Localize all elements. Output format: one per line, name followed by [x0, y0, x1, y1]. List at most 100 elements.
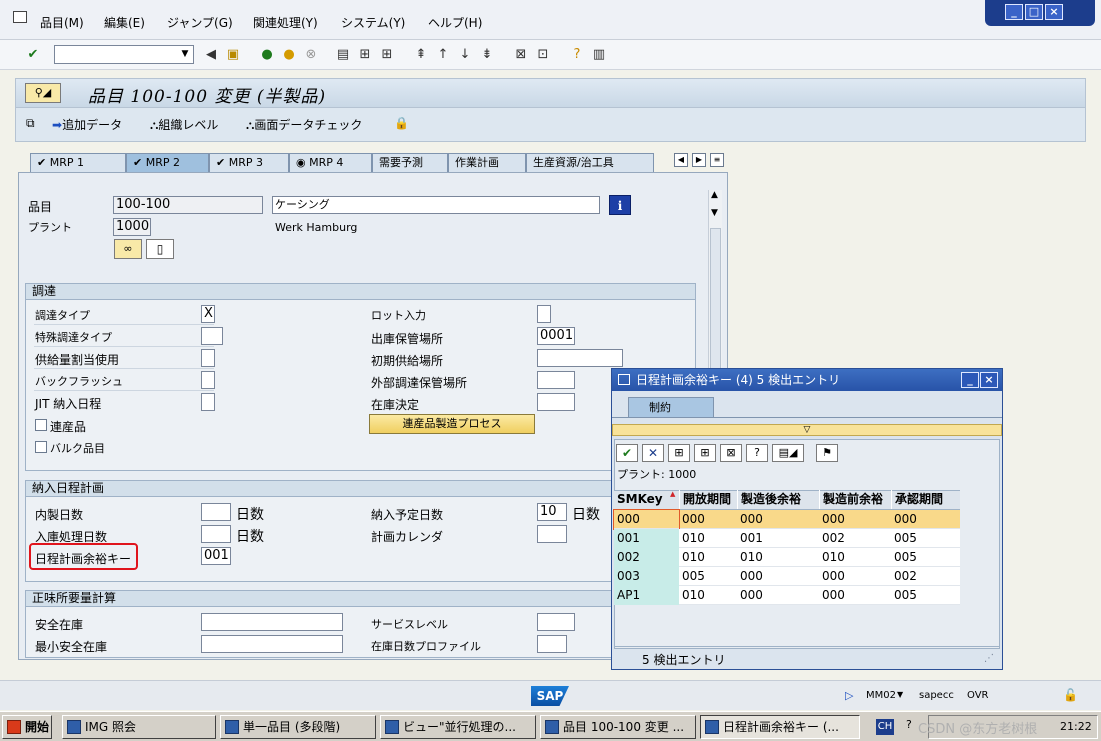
table-cell[interactable]: 001 [737, 529, 819, 548]
back-icon[interactable]: ● [258, 46, 276, 64]
min-safety-field[interactable] [201, 635, 343, 653]
popup-find-next-icon[interactable]: ⊞ [694, 444, 716, 462]
cancel-icon[interactable]: ⊗ [302, 46, 320, 64]
popup-window-icon[interactable] [618, 374, 630, 385]
tab-mrp3[interactable]: ✔ MRP 3 [209, 153, 289, 172]
help-tray-icon[interactable]: ? [906, 718, 912, 731]
popup-minimize-button[interactable]: _ [961, 372, 979, 388]
start-button[interactable]: 開始 [2, 715, 52, 739]
stock-det-field[interactable] [537, 393, 575, 411]
coverage-profile-field[interactable] [537, 635, 567, 653]
task-img[interactable]: IMG 照会 [62, 715, 216, 739]
task-sm-key[interactable]: 日程計画余裕キー (... [700, 715, 860, 739]
task-view-parallel[interactable]: ビュー"並行処理の... [380, 715, 536, 739]
info-icon[interactable]: i [609, 195, 631, 215]
tab-mrp1[interactable]: ✔ MRP 1 [30, 153, 126, 172]
find-next-icon[interactable]: ⊞ [378, 46, 396, 64]
tab-scroll-left-icon[interactable]: ◀ [674, 153, 688, 167]
table-cell[interactable]: 000 [737, 510, 819, 529]
layout-icon[interactable]: ▥ [590, 46, 608, 64]
menu-help[interactable]: ヘルプ(H) [428, 14, 482, 31]
language-indicator[interactable]: CH [876, 719, 894, 735]
material-description-field[interactable]: ケーシング [272, 196, 600, 214]
save-icon[interactable]: ▣ [224, 46, 242, 64]
system-info-dropdown-icon[interactable]: ▼ [897, 690, 903, 699]
last-page-icon[interactable]: ⇟ [478, 46, 496, 64]
other-material-icon[interactable]: ⧉ [26, 116, 35, 131]
table-cell[interactable]: 000 [737, 586, 819, 605]
restrictions-toggle[interactable]: ▽ [612, 424, 1002, 436]
table-cell[interactable]: 000 [819, 510, 891, 529]
inhouse-field[interactable] [201, 503, 231, 521]
table-cell[interactable]: 000 [737, 567, 819, 586]
menu-edit[interactable]: 編集(E) [104, 14, 145, 31]
plant-field[interactable]: 1000 [113, 218, 151, 236]
table-cell[interactable]: 000 [819, 586, 891, 605]
popup-find-icon[interactable]: ⊞ [668, 444, 690, 462]
tab-routing[interactable]: 作業計画 [448, 153, 526, 172]
coproduct-process-button[interactable]: 連産品製造プロセス [369, 414, 535, 434]
col-float-before[interactable]: 製造前余裕 [819, 490, 891, 509]
print-icon[interactable]: ▤ [334, 46, 352, 64]
popup-tab-restrictions[interactable]: 制約 [628, 397, 714, 417]
service-level-field[interactable] [537, 613, 575, 631]
col-release-period[interactable]: 承認期間 [891, 490, 960, 509]
default-supply-field[interactable] [537, 349, 623, 367]
table-cell[interactable]: 010 [679, 586, 737, 605]
table-cell[interactable]: 005 [891, 586, 960, 605]
resize-grip-icon[interactable]: ⋰ [984, 653, 994, 664]
special-proc-field[interactable] [201, 327, 223, 345]
bulk-checkbox[interactable] [35, 441, 47, 453]
quota-field[interactable] [201, 349, 215, 367]
tab-forecast[interactable]: 需要予測 [372, 153, 448, 172]
lock-icon[interactable]: 🔒 [394, 116, 409, 130]
backflush-field[interactable] [201, 371, 215, 389]
safety-stock-field[interactable] [201, 613, 343, 631]
proc-type-field[interactable]: X [201, 305, 215, 323]
back-arrow-icon[interactable]: ◀ [202, 46, 220, 64]
issue-sloc-field[interactable]: 0001 [537, 327, 575, 345]
prev-page-icon[interactable]: ↑ [434, 46, 452, 64]
chevron-down-icon[interactable]: ▼ [177, 46, 193, 63]
table-cell[interactable]: 005 [891, 529, 960, 548]
table-cell[interactable]: 000 [819, 567, 891, 586]
next-page-icon[interactable]: ↓ [456, 46, 474, 64]
window-menu-icon[interactable] [13, 11, 27, 23]
gr-field[interactable] [201, 525, 231, 543]
screen-check-button[interactable]: ⛬画面データチェック [246, 116, 362, 133]
menu-system[interactable]: システム(Y) [341, 14, 405, 31]
table-cell[interactable]: 005 [679, 567, 737, 586]
glasses-icon[interactable]: ∞ [114, 239, 142, 259]
smkey-cell[interactable]: 001 [614, 529, 679, 548]
batch-entry-field[interactable] [537, 305, 551, 323]
org-level-button[interactable]: ⛬組織レベル [150, 116, 218, 133]
tab-mrp4[interactable]: ◉ MRP 4 [289, 153, 372, 172]
table-cell[interactable]: 002 [891, 567, 960, 586]
menu-goto[interactable]: ジャンプ(G) [167, 14, 233, 31]
coproduct-checkbox[interactable] [35, 419, 47, 431]
tab-mrp2[interactable]: ✔ MRP 2 [126, 153, 209, 172]
new-session-icon[interactable]: ⊠ [512, 46, 530, 64]
find-icon[interactable]: ⊞ [356, 46, 374, 64]
popup-close-button[interactable]: × [980, 372, 998, 388]
col-opening-period[interactable]: 開放期間 [679, 490, 737, 509]
table-cell[interactable]: 000 [891, 510, 960, 529]
smkey-cell[interactable]: 000 [613, 509, 680, 530]
table-cell[interactable]: 010 [819, 548, 891, 567]
popup-cancel-icon[interactable]: ✕ [642, 444, 664, 462]
table-cell[interactable]: 010 [679, 529, 737, 548]
popup-bookmark-icon[interactable]: ⚑ [816, 444, 838, 462]
first-page-icon[interactable]: ⇞ [412, 46, 430, 64]
tab-scroll-right-icon[interactable]: ▶ [692, 153, 706, 167]
status-toggle-icon[interactable]: ▷ [845, 689, 853, 702]
document-icon[interactable]: ▯ [146, 239, 174, 259]
planned-delivery-field[interactable]: 10 [537, 503, 567, 521]
enter-icon[interactable]: ✔ [24, 46, 42, 64]
task-material-change[interactable]: 品目 100-100 変更 ... [540, 715, 696, 739]
scroll-down-icon[interactable]: ▼ [711, 208, 718, 218]
smkey-cell[interactable]: 002 [614, 548, 679, 567]
smkey-cell[interactable]: AP1 [614, 586, 679, 605]
ext-sloc-field[interactable] [537, 371, 575, 389]
table-cell[interactable]: 010 [679, 548, 737, 567]
menu-environment[interactable]: 関連処理(Y) [253, 14, 318, 31]
